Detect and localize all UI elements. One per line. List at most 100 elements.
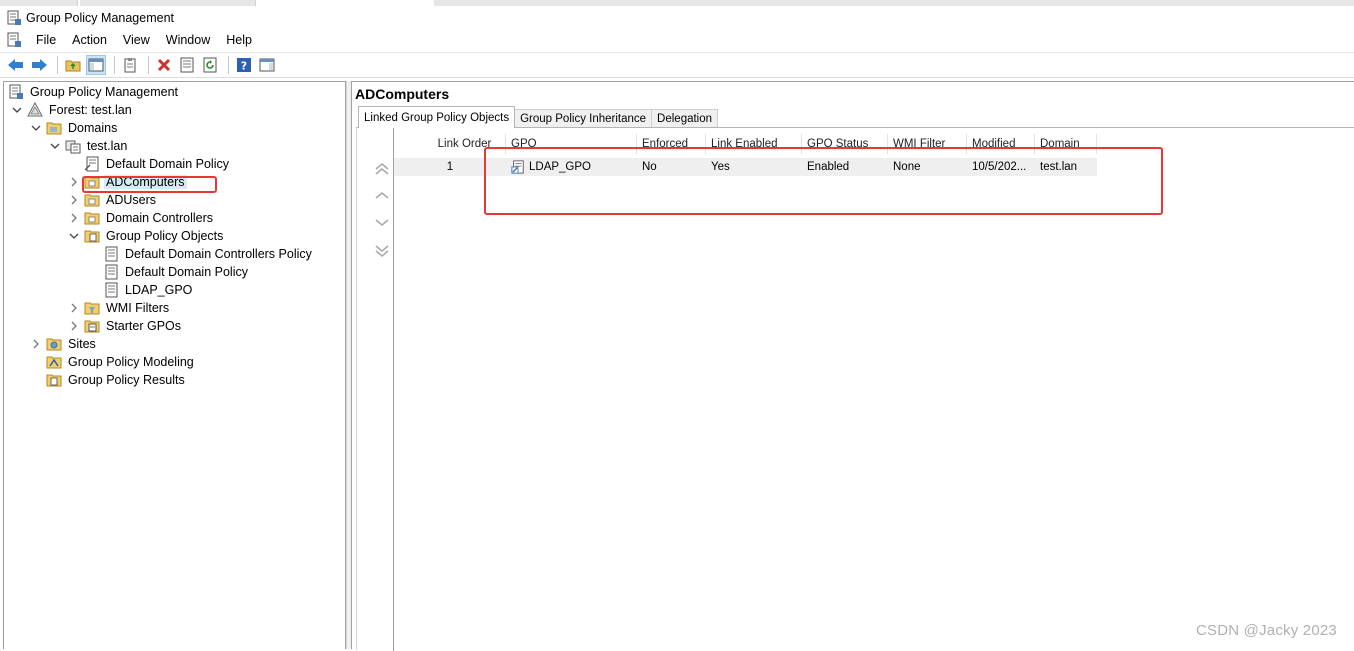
tree-item-label: Group Policy Management xyxy=(30,85,178,99)
tree-toggle-spacer xyxy=(86,265,100,279)
tree-toggle-spacer xyxy=(29,373,43,387)
chevron-right-icon[interactable] xyxy=(67,211,81,225)
tree-item[interactable]: Group Policy Modeling xyxy=(29,353,196,371)
tree-item[interactable]: Default Domain Controllers Policy xyxy=(86,245,314,263)
menu-help[interactable]: Help xyxy=(218,33,260,47)
chevron-right-icon[interactable] xyxy=(67,301,81,315)
show-hide-console-tree-icon[interactable] xyxy=(86,55,106,75)
gpo-link-icon xyxy=(84,156,100,172)
tree-item[interactable]: Domains xyxy=(29,119,119,137)
help-icon[interactable]: ? xyxy=(234,55,254,75)
tree-item-label: Group Policy Objects xyxy=(106,229,224,243)
domain-icon xyxy=(65,138,81,154)
tree-item-label: Domain Controllers xyxy=(106,211,213,225)
highlight-annotation-box xyxy=(82,176,217,193)
tab-strip-segment xyxy=(80,0,256,6)
tree-item[interactable]: Group Policy Management xyxy=(8,83,180,101)
folder-icon xyxy=(46,120,62,136)
tree-item[interactable]: Starter GPOs xyxy=(67,317,183,335)
tree-item[interactable]: Sites xyxy=(29,335,98,353)
tab-delegation[interactable]: Delegation xyxy=(651,109,719,128)
ou-folder-icon xyxy=(84,192,100,208)
tree-item-label: Default Domain Policy xyxy=(125,265,248,279)
console-tree[interactable]: Group Policy Management Forest: test.lan D… xyxy=(3,81,346,649)
results-icon xyxy=(46,372,62,388)
modeling-icon xyxy=(46,354,62,370)
tree-item-label: Default Domain Controllers Policy xyxy=(125,247,312,261)
starter-folder-icon xyxy=(84,318,100,334)
gpo-icon xyxy=(103,282,119,298)
toolbar: ? xyxy=(0,52,1354,78)
tab-bar: Linked Group Policy Objects Group Policy… xyxy=(358,106,719,128)
tab-linked-gpos[interactable]: Linked Group Policy Objects xyxy=(358,106,516,128)
back-icon[interactable] xyxy=(6,55,26,75)
chevron-down-icon[interactable] xyxy=(10,103,24,117)
up-folder-icon[interactable] xyxy=(63,55,83,75)
system-menu-icon[interactable] xyxy=(6,32,22,48)
sort-ascending-icon: ^ xyxy=(446,134,450,138)
clipboard-icon[interactable] xyxy=(120,55,140,75)
tree-item-label: WMI Filters xyxy=(106,301,170,315)
top-tab-strip xyxy=(0,0,1354,6)
tree-item[interactable]: LDAP_GPO xyxy=(86,281,194,299)
forest-icon xyxy=(27,102,43,118)
gpm-root-icon xyxy=(8,84,24,100)
tree-item[interactable]: Domain Controllers xyxy=(67,209,215,227)
toolbar-separator xyxy=(57,56,58,74)
forward-icon[interactable] xyxy=(29,55,49,75)
title-bar: Group Policy Management xyxy=(0,8,1354,28)
delete-icon[interactable] xyxy=(154,55,174,75)
menu-bar: File Action View Window Help xyxy=(0,30,1354,50)
tree-item[interactable]: Group Policy Results xyxy=(29,371,187,389)
toolbar-separator xyxy=(228,56,229,74)
chevron-right-icon[interactable] xyxy=(67,175,81,189)
toolbar-separator xyxy=(148,56,149,74)
tree-item[interactable]: Default Domain Policy xyxy=(86,263,250,281)
refresh-icon[interactable] xyxy=(200,55,220,75)
toolbar-separator xyxy=(114,56,115,74)
tab-strip-segment xyxy=(434,0,1354,6)
tree-item-label: Group Policy Modeling xyxy=(68,355,194,369)
chevron-right-icon[interactable] xyxy=(67,193,81,207)
tab-gp-inheritance[interactable]: Group Policy Inheritance xyxy=(514,109,653,128)
gpo-icon xyxy=(103,264,119,280)
highlight-annotation-box xyxy=(484,147,1163,215)
tree-item[interactable]: Default Domain Policy xyxy=(67,155,231,173)
menu-action[interactable]: Action xyxy=(64,33,115,47)
tree-item[interactable]: Forest: test.lan xyxy=(10,101,134,119)
app-icon xyxy=(6,10,22,26)
tree-item-label: test.lan xyxy=(87,139,128,153)
ou-folder-icon xyxy=(84,210,100,226)
tree-toggle-spacer xyxy=(86,247,100,261)
tree-item[interactable]: test.lan xyxy=(48,137,129,155)
tree-item-label: Domains xyxy=(68,121,118,135)
chevron-right-icon[interactable] xyxy=(67,319,81,333)
tree-item-label: Group Policy Results xyxy=(68,373,185,387)
tree-item-label: ADUsers xyxy=(106,193,157,207)
tree-item-label: Forest: test.lan xyxy=(49,103,132,117)
gpo-folder-icon xyxy=(84,228,100,244)
menu-file[interactable]: File xyxy=(28,33,64,47)
gpo-icon xyxy=(103,246,119,262)
tree-item-label: LDAP_GPO xyxy=(125,283,193,297)
tree-item[interactable]: WMI Filters xyxy=(67,299,171,317)
watermark: CSDN @Jacky 2023 xyxy=(1196,622,1337,639)
show-action-pane-icon[interactable] xyxy=(257,55,277,75)
svg-text:?: ? xyxy=(241,60,247,73)
tree-toggle-spacer xyxy=(86,283,100,297)
tree-toggle-spacer xyxy=(67,157,81,171)
properties-icon[interactable] xyxy=(177,55,197,75)
tree-item-label: Starter GPOs xyxy=(106,319,182,333)
container-title: ADComputers xyxy=(355,86,450,102)
sites-folder-icon xyxy=(46,336,62,352)
tree-item[interactable]: Group Policy Objects xyxy=(67,227,225,245)
menu-window[interactable]: Window xyxy=(158,33,218,47)
tree-toggle-spacer xyxy=(29,355,43,369)
tab-strip-segment xyxy=(0,0,78,6)
chevron-down-icon[interactable] xyxy=(67,229,81,243)
menu-view[interactable]: View xyxy=(115,33,158,47)
chevron-down-icon[interactable] xyxy=(29,121,43,135)
tree-item[interactable]: ADUsers xyxy=(67,191,158,209)
chevron-right-icon[interactable] xyxy=(29,337,43,351)
chevron-down-icon[interactable] xyxy=(48,139,62,153)
